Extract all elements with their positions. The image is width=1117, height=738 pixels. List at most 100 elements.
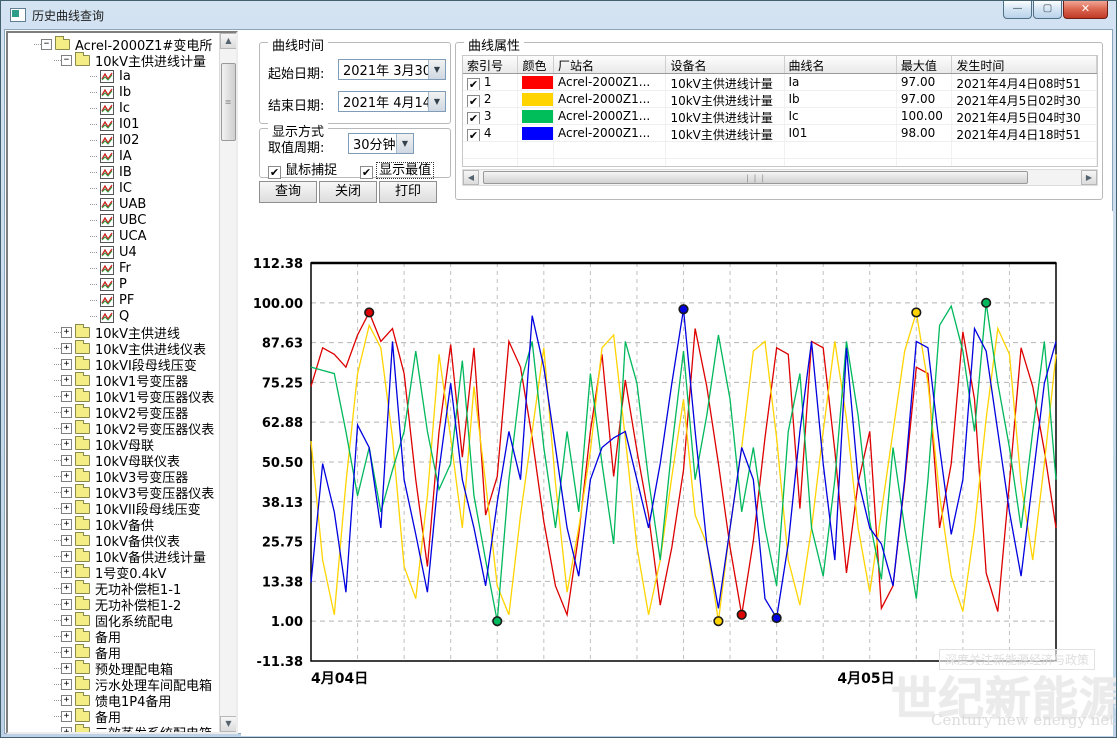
start-date-picker[interactable]: 2021年 3月30 ▼ <box>338 59 446 80</box>
close-dialog-button[interactable]: 关闭 <box>319 181 377 203</box>
table-h-scrollbar[interactable]: ◀ ❘❘❘ ▶ <box>462 169 1098 186</box>
extreme-marker <box>982 299 991 308</box>
column-header[interactable]: 曲线名 <box>785 56 897 73</box>
app-window: 历史曲线查询 — ▢ ✕ −Acrel-2000Z1#变电所−10kV主供进线计… <box>0 0 1117 738</box>
expand-icon[interactable]: + <box>61 679 72 690</box>
tree-item[interactable]: UCA <box>8 228 219 244</box>
time-cell: 2021年4月5日04时30 <box>952 108 1097 124</box>
tree-scrollbar[interactable]: ▲ ≡ ▼ <box>219 33 236 732</box>
column-header[interactable]: 厂站名 <box>554 56 666 73</box>
expand-icon[interactable]: + <box>61 711 72 722</box>
print-button[interactable]: 打印 <box>379 181 437 203</box>
max-value-cell: 97.00 <box>897 74 952 90</box>
expand-icon[interactable]: + <box>61 695 72 706</box>
folder-icon <box>75 327 90 338</box>
period-select[interactable]: 30分钟 ▼ <box>348 133 414 154</box>
collapse-icon[interactable]: − <box>61 55 72 66</box>
tree-scroll-thumb[interactable]: ≡ <box>221 63 236 141</box>
expand-icon[interactable]: + <box>61 583 72 594</box>
folder-icon <box>75 551 90 562</box>
scroll-up-icon[interactable]: ▲ <box>220 33 237 49</box>
minimize-button[interactable]: — <box>1003 1 1032 19</box>
expand-icon[interactable]: + <box>61 407 72 418</box>
tree-item[interactable]: IC <box>8 180 219 196</box>
tree-item[interactable]: UBC <box>8 212 219 228</box>
expand-icon[interactable]: + <box>61 503 72 514</box>
row-checkbox[interactable]: ✔ <box>467 95 480 107</box>
tree-item-label: UCA <box>119 229 147 244</box>
row-checkbox[interactable]: ✔ <box>467 129 480 141</box>
table-scroll-thumb[interactable]: ❘❘❘ <box>483 171 1028 184</box>
collapse-icon[interactable]: − <box>41 39 52 50</box>
expand-icon[interactable]: + <box>61 727 72 733</box>
table-row[interactable]: ✔ 3Acrel-2000Z1...10kV主供进线计量Ic100.002021… <box>463 108 1097 125</box>
expand-icon[interactable]: + <box>61 519 72 530</box>
svg-text:13.38: 13.38 <box>262 575 303 590</box>
scroll-down-icon[interactable]: ▼ <box>220 716 237 732</box>
mouse-capture-checkbox[interactable]: ✔ 鼠标捕捉 <box>268 159 337 179</box>
table-row[interactable]: ✔ 4Acrel-2000Z1...10kV主供进线计量I0198.002021… <box>463 125 1097 142</box>
column-header[interactable]: 最大值 <box>897 56 952 73</box>
tree-item[interactable]: Fr <box>8 260 219 276</box>
expand-icon[interactable]: + <box>61 599 72 610</box>
expand-icon[interactable]: + <box>61 487 72 498</box>
checkbox-check-icon[interactable]: ✔ <box>360 166 373 179</box>
tree-item-label: IA <box>119 149 132 164</box>
tree-item[interactable]: UAB <box>8 196 219 212</box>
curve-icon <box>100 278 114 291</box>
expand-icon[interactable]: + <box>61 631 72 642</box>
column-header[interactable]: 颜色 <box>518 56 554 73</box>
tree-item[interactable]: −10kV主供进线计量 <box>8 52 219 68</box>
expand-icon[interactable]: + <box>61 439 72 450</box>
expand-icon[interactable]: + <box>61 615 72 626</box>
expand-icon[interactable]: + <box>61 375 72 386</box>
tree-item[interactable]: U4 <box>8 244 219 260</box>
chevron-down-icon[interactable]: ▼ <box>428 92 445 111</box>
expand-icon[interactable]: + <box>61 535 72 546</box>
svg-text:100.00: 100.00 <box>253 297 303 312</box>
tree-item[interactable]: IB <box>8 164 219 180</box>
tree-item[interactable]: P <box>8 276 219 292</box>
expand-icon[interactable]: + <box>61 327 72 338</box>
tree-item[interactable]: Ib <box>8 84 219 100</box>
tree-item[interactable]: I02 <box>8 132 219 148</box>
titlebar: 历史曲线查询 — ▢ ✕ <box>1 1 1116 29</box>
maximize-button[interactable]: ▢ <box>1033 1 1062 19</box>
expand-icon[interactable]: + <box>61 455 72 466</box>
expand-icon[interactable]: + <box>61 343 72 354</box>
expand-icon[interactable]: + <box>61 423 72 434</box>
expand-icon[interactable]: + <box>61 567 72 578</box>
column-header[interactable]: 设备名 <box>666 56 784 73</box>
show-extreme-checkbox[interactable]: ✔ 显示最值 <box>360 159 433 179</box>
tree-item[interactable]: IA <box>8 148 219 164</box>
chevron-down-icon[interactable]: ▼ <box>396 134 413 153</box>
expand-icon[interactable]: + <box>61 471 72 482</box>
scroll-right-icon[interactable]: ▶ <box>1081 170 1097 185</box>
tree-item[interactable]: +三效蒸发系统配电箱 <box>8 724 219 732</box>
chevron-down-icon[interactable]: ▼ <box>428 60 445 79</box>
table-row[interactable]: ✔ 2Acrel-2000Z1...10kV主供进线计量Ib97.002021年… <box>463 91 1097 108</box>
tree-item[interactable]: I01 <box>8 116 219 132</box>
scroll-left-icon[interactable]: ◀ <box>463 170 479 185</box>
row-checkbox[interactable]: ✔ <box>467 78 480 90</box>
tree-item[interactable]: PF <box>8 292 219 308</box>
expand-icon[interactable]: + <box>61 359 72 370</box>
query-button[interactable]: 查询 <box>259 181 317 203</box>
table-row[interactable]: ✔ 1Acrel-2000Z1...10kV主供进线计量Ia97.002021年… <box>463 74 1097 91</box>
expand-icon[interactable]: + <box>61 391 72 402</box>
column-header[interactable]: 发生时间 <box>952 56 1097 73</box>
index-cell: ✔ 3 <box>463 108 518 124</box>
column-header[interactable]: 索引号 <box>463 56 518 73</box>
window-title: 历史曲线查询 <box>32 7 104 24</box>
row-checkbox[interactable]: ✔ <box>467 112 480 124</box>
end-date-picker[interactable]: 2021年 4月14 ▼ <box>338 91 446 112</box>
expand-icon[interactable]: + <box>61 551 72 562</box>
expand-icon[interactable]: + <box>61 663 72 674</box>
empty-cell <box>518 159 554 167</box>
empty-row <box>463 159 1097 167</box>
tree-item[interactable]: Ic <box>8 100 219 116</box>
expand-icon[interactable]: + <box>61 647 72 658</box>
close-button[interactable]: ✕ <box>1063 1 1108 19</box>
checkbox-check-icon[interactable]: ✔ <box>268 166 281 179</box>
tree-item[interactable]: Ia <box>8 68 219 84</box>
